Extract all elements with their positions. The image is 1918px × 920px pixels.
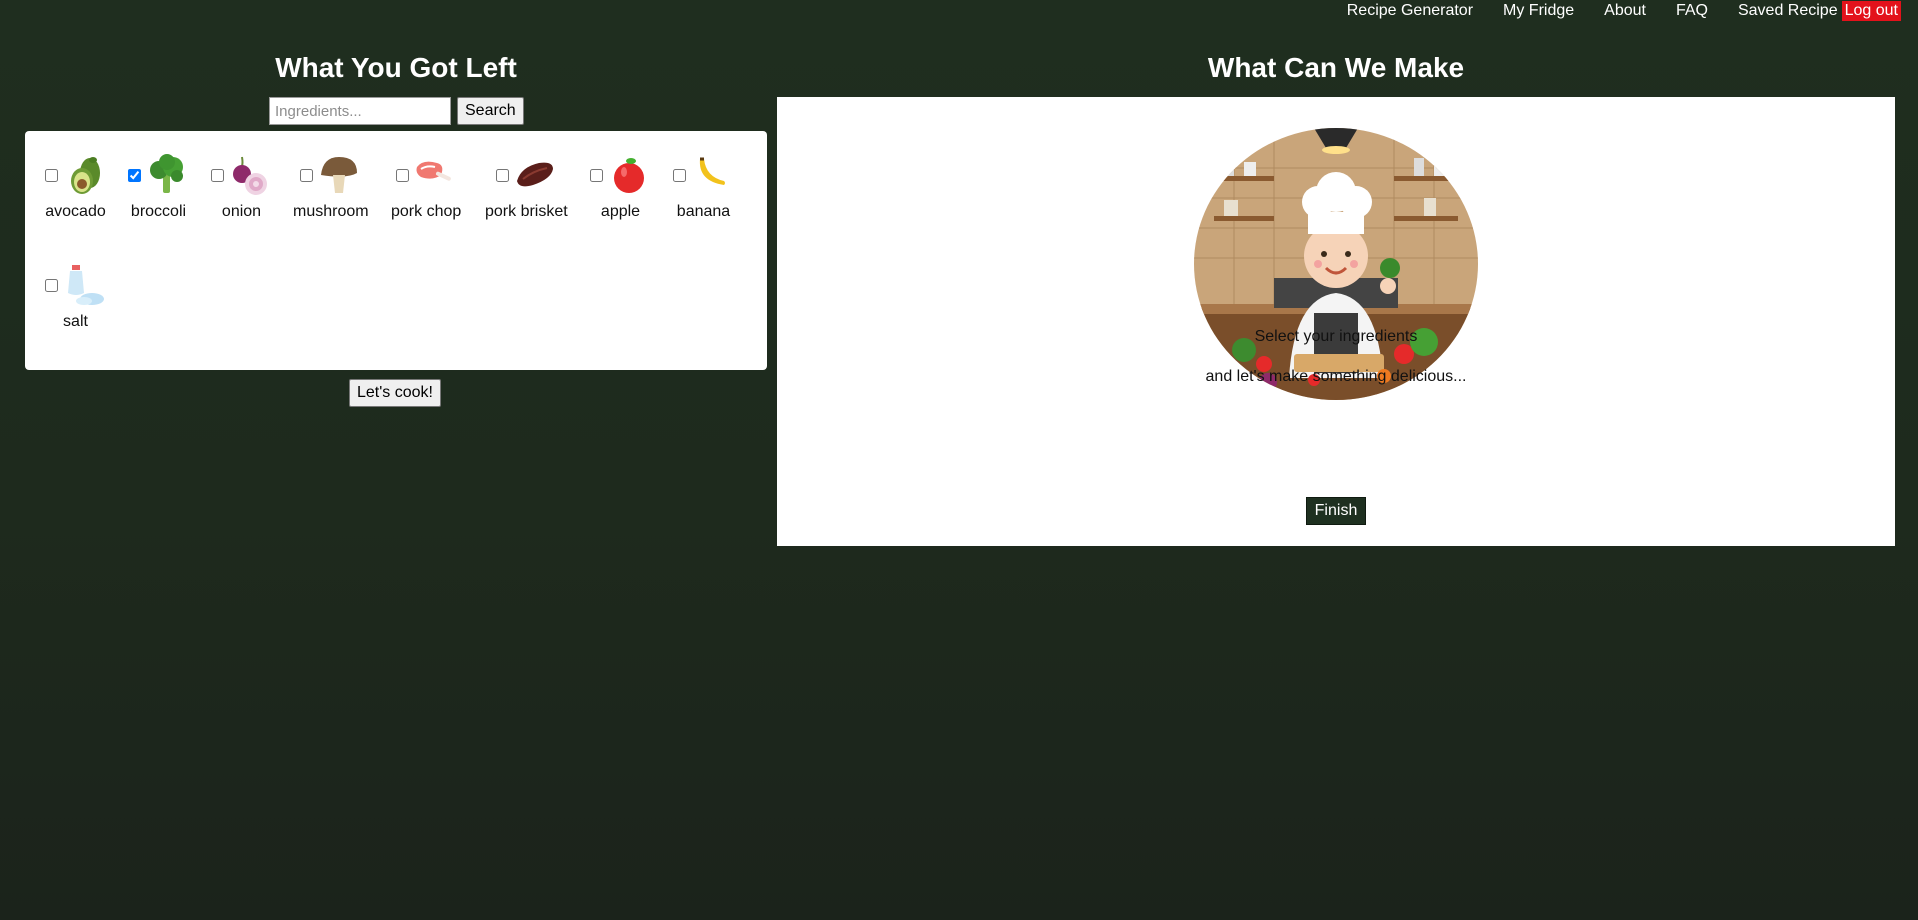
ingredient-banana: banana [673,153,734,221]
ingredient-label: onion [221,203,262,220]
apple-icon [614,158,644,193]
ingredient-mushroom: mushroom [293,153,369,221]
ingredient-label: avocado [45,203,106,220]
nav-about[interactable]: About [1604,1,1646,21]
nav-my-fridge[interactable]: My Fridge [1503,1,1574,21]
pork-brisket-icon [516,162,553,187]
ingredient-checkbox-mushroom[interactable] [300,168,314,182]
nav-faq[interactable]: FAQ [1676,1,1708,21]
ingredient-pork-brisket: pork brisket [485,153,568,221]
ingredient-checkbox-pork-brisket[interactable] [495,168,509,182]
ingredient-apple: apple [590,153,651,221]
search-bar: Search [269,97,524,125]
ingredient-checkbox-banana[interactable] [673,168,686,182]
ingredient-checkbox-salt[interactable] [45,278,58,292]
ingredient-label: broccoli [130,203,187,220]
finish-button[interactable]: Finish [1306,497,1366,525]
ingredients-panel: avocado broccoli onion mushroom pork cho… [25,131,767,370]
top-nav: Recipe Generator My Fridge About FAQ Sav… [1317,0,1901,22]
onion-icon [233,156,267,195]
recipe-panel: Select your ingredients and let's make s… [777,97,1895,546]
ingredient-label: apple [600,203,641,220]
banana-icon [699,157,725,185]
search-input[interactable] [269,97,451,125]
ingredient-checkbox-pork-chop[interactable] [395,168,409,182]
ingredient-label: pork brisket [485,203,568,220]
nav-saved-recipe[interactable]: Saved Recipe [1738,1,1838,21]
recipe-prompt-line2: and let's make something delicious... [1205,368,1467,385]
avocado-icon [71,157,100,194]
ingredient-checkbox-broccoli[interactable] [128,168,141,182]
lets-cook-button[interactable]: Let's cook! [349,379,441,407]
mushroom-icon [321,157,358,193]
ingredient-pork-chop: pork chop [391,153,461,221]
ingredient-label: salt [63,313,88,330]
ingredient-checkbox-apple[interactable] [590,168,603,182]
ingredient-checkbox-onion[interactable] [211,168,224,182]
search-button[interactable]: Search [457,97,524,125]
pork-chop-icon [416,161,451,181]
logout-button[interactable]: Log out [1841,1,1901,21]
ingredient-checkbox-avocado[interactable] [45,168,58,182]
broccoli-icon [150,154,183,193]
ingredient-label: mushroom [293,203,369,220]
ingredient-avocado: avocado [45,153,106,221]
fridge-title: What You Got Left [275,52,517,83]
ingredient-salt: salt [45,263,106,331]
chef-illustration [1194,128,1478,400]
chef-image [1194,128,1478,400]
nav-recipe-generator[interactable]: Recipe Generator [1347,1,1473,21]
ingredient-broccoli: broccoli [128,153,189,221]
ingredient-label: pork chop [391,203,462,220]
salt-icon [68,265,104,305]
recipe-prompt-line1: Select your ingredients [1254,328,1418,345]
ingredient-label: banana [676,203,731,220]
ingredient-onion: onion [211,153,272,221]
recipe-title: What Can We Make [1207,52,1465,83]
